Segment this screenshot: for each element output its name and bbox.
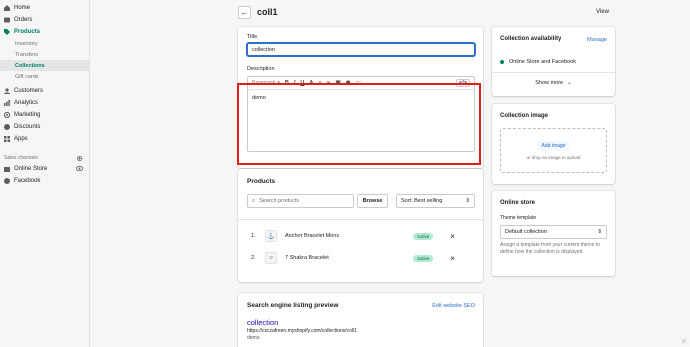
sidebar-item-analytics[interactable]: Analytics: [0, 97, 89, 109]
drop-text: or drop an image to upload: [526, 155, 581, 160]
template-label: Theme template: [500, 215, 537, 221]
sort-select[interactable]: Sort: Best selling ⇕: [396, 194, 475, 208]
product-name[interactable]: Anchor Bracelet Mens: [285, 233, 413, 239]
target-icon: [3, 111, 11, 119]
sidebar-item-online-store[interactable]: Online Store: [0, 163, 89, 175]
person-icon: [4, 88, 10, 94]
remove-icon[interactable]: ×: [450, 254, 455, 263]
channel-status: Online Store and Facebook: [500, 59, 576, 65]
add-image-button[interactable]: Add image: [537, 141, 570, 151]
products-title: Products: [247, 178, 276, 185]
sidebar-item-home[interactable]: Home: [0, 2, 89, 14]
page-header: ← coll1: [238, 5, 618, 19]
apps-icon: [4, 136, 10, 142]
sidebar-item-label: Discounts: [14, 124, 41, 130]
image-dropzone[interactable]: Add image or drop an image to upload: [500, 128, 607, 173]
orders-icon: [4, 17, 10, 23]
description-label: Description: [247, 66, 275, 72]
sidebar-item-apps[interactable]: Apps: [0, 133, 89, 145]
collection-image-card: Collection image Add image or drop an im…: [492, 104, 615, 184]
arrow-left-icon: ←: [240, 7, 249, 17]
seo-preview-description: demo: [247, 335, 260, 341]
sidebar-item-label: Facebook: [14, 178, 41, 184]
status-dot: [500, 60, 504, 64]
tag-icon: [4, 29, 10, 35]
status-badge: Active: [413, 232, 434, 240]
edit-seo-link[interactable]: Edit website SEO: [432, 303, 475, 309]
divider: [238, 219, 483, 220]
sidebar-item-label: Orders: [14, 17, 33, 23]
product-thumbnail: ○: [265, 252, 277, 264]
show-more-button[interactable]: Show more ⌄: [492, 80, 615, 86]
search-icon: ⌕: [252, 197, 256, 204]
product-row[interactable]: 2. ○ 7 Shakra Bracelet Active ×: [238, 247, 483, 269]
online-store-card: Online store Theme template Default coll…: [492, 191, 615, 276]
sidebar: Home Orders Products Inventory Transfers…: [0, 0, 90, 347]
sidebar-item-label: Apps: [14, 136, 28, 142]
manage-link[interactable]: Manage: [587, 37, 607, 43]
status-badge: Active: [413, 254, 434, 262]
seo-preview-title: collection: [247, 318, 279, 327]
search-placeholder: Search products: [259, 198, 300, 204]
sort-select-value: Sort: Best selling: [401, 198, 443, 204]
title-label: Title: [247, 34, 258, 40]
products-card: Products ⌕ Search products Browse Sort: …: [238, 169, 483, 282]
seo-card: Search engine listing preview Edit websi…: [238, 293, 483, 347]
row-number: 1.: [251, 233, 256, 239]
sidebar-subitem-inventory[interactable]: Inventory: [0, 38, 89, 49]
chevron-updown-icon: ⇕: [597, 229, 602, 235]
sidebar-item-label: Marketing: [14, 112, 41, 118]
product-name[interactable]: 7 Shakra Bracelet: [285, 255, 413, 261]
add-channel-icon[interactable]: ⊕: [76, 154, 83, 163]
browse-button[interactable]: Browse: [357, 194, 388, 208]
analytics-icon: [4, 100, 10, 106]
page-title: coll1: [257, 7, 278, 17]
sales-channels-title: Sales channels: [4, 155, 38, 161]
sidebar-item-customers[interactable]: Customers: [0, 85, 89, 97]
sidebar-subitem-transfers[interactable]: Transfers: [0, 49, 89, 60]
sidebar-item-discounts[interactable]: Discounts: [0, 121, 89, 133]
divider: [492, 72, 615, 73]
sales-channels-header: Sales channels ⊕: [0, 153, 89, 163]
chevron-updown-icon: ⇕: [465, 198, 470, 204]
sidebar-item-label: Customers: [14, 88, 44, 94]
sidebar-subitem-gift-cards[interactable]: Gift cards: [0, 71, 89, 82]
sidebar-item-label: Analytics: [14, 100, 39, 106]
template-select-value: Default collection: [505, 229, 547, 235]
view-button[interactable]: View: [596, 9, 609, 15]
seo-title: Search engine listing preview: [247, 302, 339, 309]
channel-text: Online Store and Facebook: [509, 59, 576, 65]
highlight-box: [237, 83, 481, 165]
sidebar-item-orders[interactable]: Orders: [0, 14, 89, 26]
template-select[interactable]: Default collection ⇕: [500, 225, 607, 239]
collection-image-title: Collection image: [500, 113, 549, 119]
back-button[interactable]: ←: [238, 5, 251, 19]
availability-card: Collection availability Manage Online St…: [492, 27, 615, 96]
sidebar-item-products[interactable]: Products: [0, 26, 89, 38]
product-search-input[interactable]: ⌕ Search products: [247, 194, 354, 208]
chevron-down-icon: ⌄: [567, 80, 572, 86]
facebook-icon: [4, 178, 10, 184]
sidebar-item-label: Home: [14, 5, 31, 11]
sidebar-item-label: Online Store: [14, 166, 48, 172]
title-input[interactable]: collection: [247, 43, 475, 56]
sidebar-item-label: Products: [14, 29, 41, 35]
eye-icon[interactable]: [75, 165, 84, 173]
availability-title: Collection availability: [500, 36, 562, 42]
online-store-title: Online store: [500, 200, 536, 206]
sidebar-item-marketing[interactable]: Marketing: [0, 109, 89, 121]
watermark-logo: ⊘: [680, 339, 686, 345]
store-icon: [4, 166, 10, 172]
home-icon: [4, 5, 10, 11]
discount-icon: [4, 124, 10, 130]
product-row[interactable]: 1. ⚓ Anchor Bracelet Mens Active ×: [238, 225, 483, 247]
template-help-text: Assign a template from your current them…: [500, 242, 601, 255]
sidebar-subitem-collections[interactable]: Collections: [0, 60, 89, 71]
remove-icon[interactable]: ×: [450, 232, 455, 241]
sidebar-item-facebook[interactable]: Facebook: [0, 175, 89, 187]
seo-preview-url: https://csczafreen.myshopify.com/collect…: [247, 328, 357, 334]
product-thumbnail: ⚓: [265, 230, 277, 242]
show-more-label: Show more: [535, 80, 564, 86]
row-number: 2.: [251, 255, 256, 261]
